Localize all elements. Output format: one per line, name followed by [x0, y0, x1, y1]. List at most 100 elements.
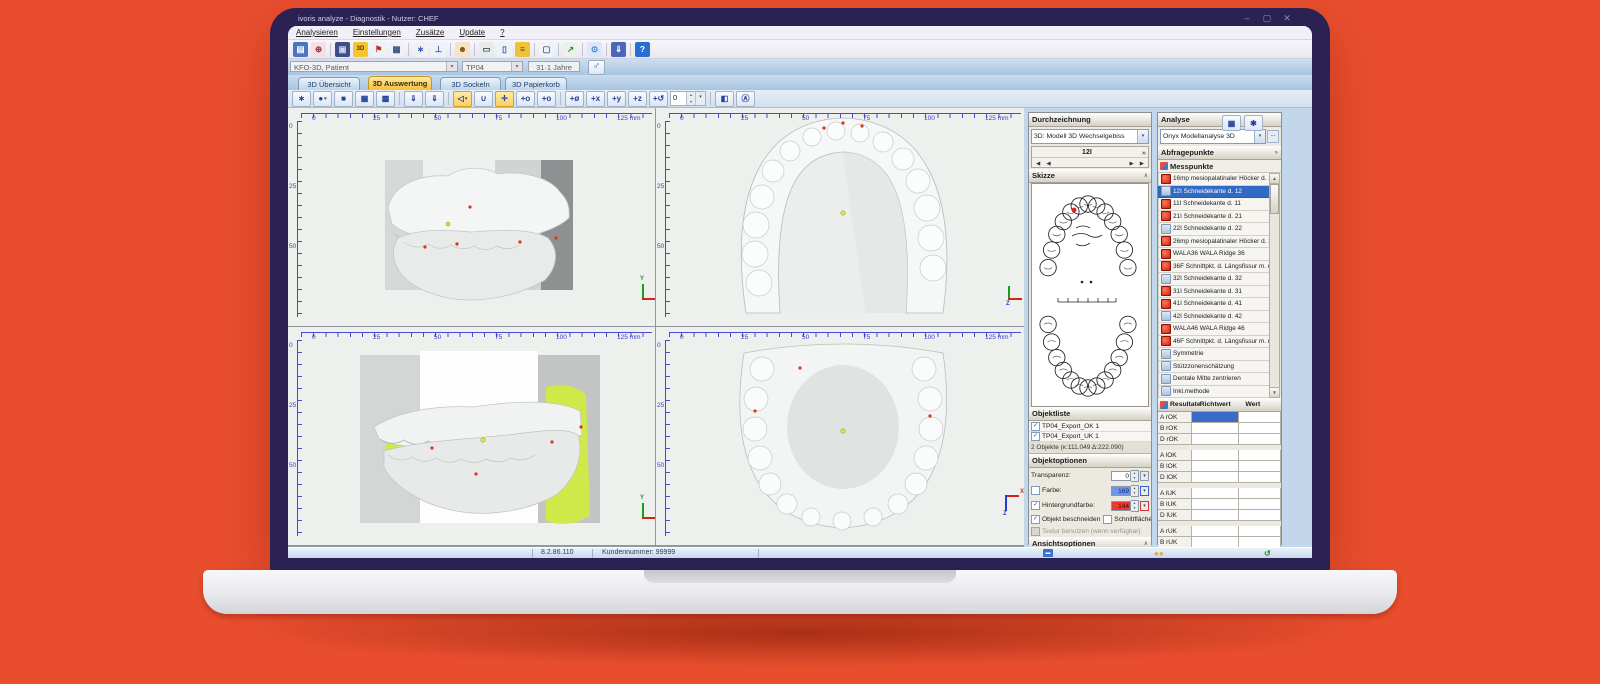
analyse-select[interactable]: Onyx Modellanalyse 3D ▾ — [1160, 129, 1266, 144]
dental-arch-sketch[interactable] — [1031, 183, 1149, 407]
farbe-input[interactable]: 169 — [1111, 486, 1131, 496]
viewport-upper-occlusal[interactable]: Z 0255075100125 mm02550 — [656, 108, 1024, 327]
resultate-row[interactable]: D lOK — [1158, 472, 1281, 483]
objektliste-item[interactable]: ✓TP04_Export_UK 1 — [1029, 432, 1151, 442]
objektoptionen-header[interactable]: Objektoptionen — [1029, 454, 1151, 468]
farbe-dropdown[interactable]: ▾ — [1140, 486, 1149, 496]
messpunkt-item[interactable]: 46F Schnittpkt. d. Längsfissur m. n. lin… — [1158, 336, 1271, 349]
object-checkbox[interactable]: ✓ — [1031, 422, 1040, 431]
transparenz-stepper[interactable]: ▴▾ — [1131, 470, 1139, 482]
viewport-lower-occlusal[interactable]: X Z 0255075100125 mm02550 — [656, 327, 1024, 545]
resultate-row[interactable]: A rOK — [1158, 412, 1281, 423]
database-icon[interactable]: ▤ — [293, 42, 308, 57]
messpunkt-item[interactable]: 21I Schneidekante d. 21 — [1158, 211, 1271, 224]
durchzeichnung-header[interactable]: Durchzeichnung — [1029, 113, 1151, 127]
messpunkt-item[interactable]: WALA36 WALA Ridge 36 — [1158, 248, 1271, 261]
transparenz-dropdown[interactable]: ▾ — [1140, 471, 1149, 481]
messpunkt-item[interactable]: 36F Schnittpkt. d. Längsfissur m. n. lin… — [1158, 261, 1271, 274]
search-icon[interactable]: ⊕ — [311, 42, 326, 57]
star-tool[interactable]: ∗ — [292, 91, 311, 107]
messpunkt-item[interactable]: 12I Schneidekante d. 12 — [1158, 186, 1271, 199]
prev-point-button[interactable]: ◀ — [1044, 161, 1052, 167]
curve-tool[interactable]: ∪ — [474, 91, 493, 107]
hintergrundfarbe-stepper[interactable]: ▴▾ — [1131, 500, 1139, 512]
tab-3d-papierkorb[interactable]: 3D Papierkorb — [505, 77, 567, 90]
objekt-beschneiden-checkbox[interactable]: ✓ — [1031, 515, 1040, 524]
menu-item-0[interactable]: Analysieren — [296, 28, 338, 37]
abfragepunkte-header[interactable]: Abfragepunkte » — [1158, 146, 1281, 160]
module-3d-icon[interactable]: 3D — [353, 42, 368, 57]
print-icon[interactable]: ▭ — [479, 42, 494, 57]
chevron-down-icon[interactable]: ▾ — [1254, 130, 1265, 143]
close-button[interactable]: ✕ — [1280, 12, 1294, 25]
chevron-down-icon[interactable]: ▾ — [465, 96, 468, 102]
patient-select[interactable]: KFO-3D, Patient ▾ — [290, 61, 458, 72]
hintergrundfarbe-checkbox[interactable]: ✓ — [1031, 501, 1040, 510]
chevron-down-icon[interactable]: ▾ — [324, 96, 327, 102]
layout-grid[interactable]: ▩ — [376, 91, 395, 107]
messpunkt-item[interactable]: 42I Schneidekante d. 42 — [1158, 311, 1271, 324]
flag-icon[interactable]: ⚑ — [371, 42, 386, 57]
add-point[interactable]: ✛ — [495, 91, 514, 107]
layout-quad[interactable]: ▦ — [355, 91, 374, 107]
richtwert-cell[interactable] — [1192, 526, 1239, 537]
gender-male-icon[interactable]: ♂ — [588, 60, 605, 75]
farbe-stepper[interactable]: ▴▾ — [1131, 485, 1139, 497]
next-point-button[interactable]: ▶ — [1127, 161, 1135, 167]
richtwert-cell[interactable] — [1192, 423, 1239, 434]
wert-cell[interactable] — [1239, 488, 1281, 499]
move-free[interactable]: +ø — [565, 91, 584, 107]
image-icon[interactable]: ▣ — [335, 42, 350, 57]
resultate-row[interactable]: A rUK — [1158, 526, 1281, 537]
resultate-row[interactable]: D lUK — [1158, 510, 1281, 521]
point-mode[interactable]: ◁▾ — [453, 91, 472, 107]
durchzeichnung-select[interactable]: 3D: Modell 3D Wechselgebiss ▾ — [1031, 129, 1149, 144]
wert-cell[interactable] — [1239, 510, 1281, 521]
timepoint-select[interactable]: TP04 ▾ — [462, 61, 523, 72]
rotate-3d-tool[interactable]: ●▾ — [313, 91, 332, 107]
viewport-lateral[interactable]: Y X 0255075100125 mm02550 — [288, 327, 656, 545]
messpunkt-item[interactable]: WALA46 WALA Ridge 46 — [1158, 323, 1271, 336]
save-view[interactable]: ⇓ — [404, 91, 423, 107]
resultate-row[interactable]: B lUK — [1158, 499, 1281, 510]
move-z[interactable]: +z — [628, 91, 647, 107]
minimize-panel-icon[interactable]: ▬ — [1043, 549, 1053, 557]
menu-item-2[interactable]: Zusätze — [416, 28, 444, 37]
chart-icon[interactable]: ↗ — [563, 42, 578, 57]
hintergrundfarbe-dropdown[interactable]: ▾ — [1140, 501, 1149, 511]
document-icon[interactable]: ▢ — [539, 42, 554, 57]
chevrons-icon[interactable]: » — [1275, 150, 1278, 156]
tab-3d-sockeln[interactable]: 3D Sockeln — [440, 77, 501, 90]
messpunkt-item[interactable]: Stützzonenschätzung — [1158, 361, 1271, 374]
wert-cell[interactable] — [1239, 412, 1281, 423]
menu-item-3[interactable]: Update — [459, 28, 485, 37]
chevron-down-icon[interactable]: ▾ — [446, 62, 457, 71]
rotate-point[interactable]: +↺ — [649, 91, 668, 107]
wert-cell[interactable] — [1239, 434, 1281, 445]
minimize-button[interactable]: – — [1240, 12, 1254, 25]
transparenz-input[interactable]: 0 — [1111, 471, 1131, 481]
richtwert-cell[interactable] — [1192, 461, 1239, 472]
grid-settings-icon[interactable]: ▦ — [1222, 115, 1241, 131]
objektliste-item[interactable]: ✓TP04_Export_OK 1 — [1029, 421, 1151, 432]
messpunkt-item[interactable]: 22I Schneidekante d. 22 — [1158, 223, 1271, 236]
chevron-down-icon[interactable]: ▾ — [695, 92, 705, 105]
messpunkt-item[interactable]: Symmetrie — [1158, 348, 1271, 361]
globe-icon[interactable]: ⊙ — [587, 42, 602, 57]
gear-icon[interactable]: ✱ — [1244, 115, 1263, 131]
spin-down-icon[interactable]: ▾ — [687, 99, 695, 106]
menu-item-1[interactable]: Einstellungen — [353, 28, 401, 37]
point-select-icon[interactable]: ∗ — [413, 42, 428, 57]
move-y[interactable]: +y — [607, 91, 626, 107]
richtwert-cell[interactable] — [1192, 510, 1239, 521]
hintergrundfarbe-input[interactable]: 144 — [1111, 501, 1131, 511]
export-view[interactable]: ⇓ — [425, 91, 444, 107]
axes-icon[interactable]: ⊥ — [431, 42, 446, 57]
help-icon[interactable]: ? — [635, 42, 650, 57]
save-icon[interactable]: ⇓ — [611, 42, 626, 57]
wert-cell[interactable] — [1239, 450, 1281, 461]
contrast-tool[interactable]: ◧ — [715, 91, 734, 107]
tab-3d-übersicht[interactable]: 3D Übersicht — [298, 77, 360, 90]
skizze-header[interactable]: Skizze ∧ — [1029, 169, 1151, 183]
resultate-row[interactable]: D rOK — [1158, 434, 1281, 445]
